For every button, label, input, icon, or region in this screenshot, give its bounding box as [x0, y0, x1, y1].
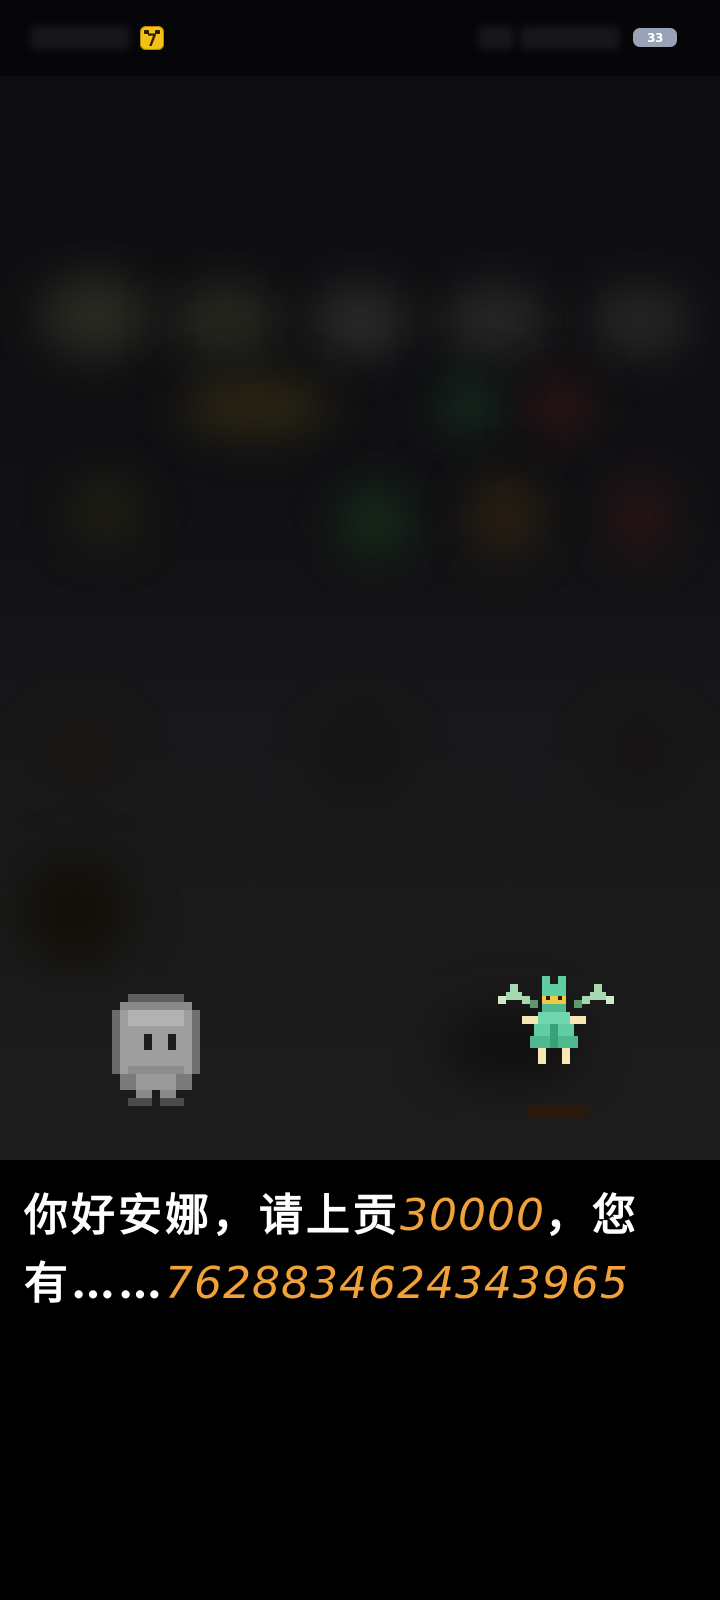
- app-icon-glyph: 7: [146, 31, 158, 51]
- blurred-scenery: [600, 716, 680, 786]
- blurred-scenery: [440, 286, 550, 356]
- dialog-box[interactable]: 你好安娜，请上贡30000，您有……7628834624343965: [0, 1160, 720, 1600]
- blurred-scenery: [470, 476, 540, 556]
- blurred-scenery: [40, 276, 150, 356]
- blurred-scenery: [180, 376, 330, 436]
- owned-amount: 7628834624343965: [165, 1258, 629, 1309]
- blurred-scenery: [530, 376, 590, 436]
- green-fairy-character[interactable]: [498, 976, 614, 1072]
- status-bar: 7 33: [0, 0, 720, 76]
- blurred-scenery: [20, 856, 130, 966]
- game-app-icon: 7: [140, 26, 164, 51]
- tribute-amount: 30000: [400, 1190, 545, 1241]
- status-bar-time-blurred: [30, 26, 130, 50]
- blurred-scenery: [40, 716, 120, 786]
- blurred-scenery: [590, 286, 690, 356]
- game-scene[interactable]: [0, 76, 720, 1160]
- blurred-scenery: [610, 476, 670, 556]
- pale-ghost-character[interactable]: [112, 994, 200, 1106]
- blurred-scenery: [440, 376, 500, 436]
- signal-icon-blurred: [478, 26, 514, 50]
- battery-level: 33: [647, 30, 663, 45]
- dialog-text-greeting: 你好安娜，请上贡: [24, 1190, 400, 1241]
- game-screen[interactable]: 7 33 你好安娜，请上贡30000，您有……7628834624343965: [0, 0, 720, 1600]
- blurred-scenery: [70, 476, 140, 546]
- blurred-scenery: [340, 486, 410, 556]
- network-icons-blurred: [520, 26, 620, 50]
- blurred-scenery: [170, 286, 280, 356]
- battery-icon: 33: [633, 28, 677, 47]
- blurred-scenery: [320, 716, 400, 786]
- dialog-text: 你好安娜，请上贡30000，您有……7628834624343965: [24, 1182, 664, 1318]
- blurred-scenery: [310, 286, 410, 356]
- fairy-shadow: [528, 1104, 588, 1118]
